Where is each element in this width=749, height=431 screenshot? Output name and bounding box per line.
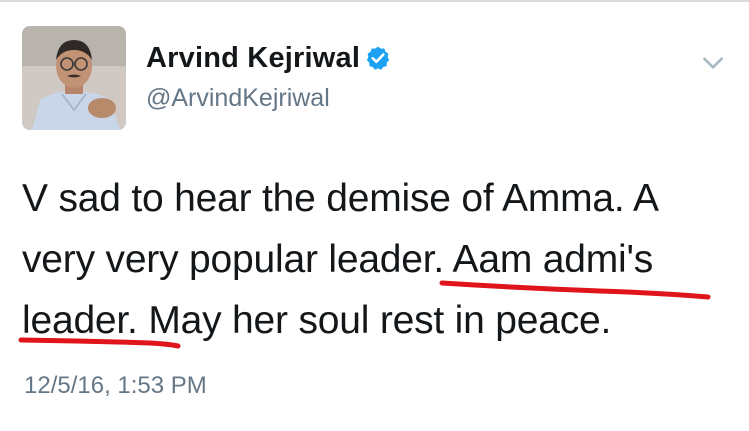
chevron-down-icon[interactable]	[700, 50, 726, 76]
timestamp[interactable]: 12/5/16, 1:53 PM	[24, 372, 207, 400]
handle[interactable]: @ArvindKejriwal	[146, 84, 330, 113]
profile-photo-icon	[22, 26, 126, 130]
avatar[interactable]	[22, 26, 126, 130]
verified-badge-icon	[366, 46, 390, 70]
display-name[interactable]: Arvind Kejriwal	[146, 42, 360, 75]
tweet-text: V sad to hear the demise of Amma. A very…	[22, 177, 657, 342]
top-divider	[0, 0, 749, 2]
